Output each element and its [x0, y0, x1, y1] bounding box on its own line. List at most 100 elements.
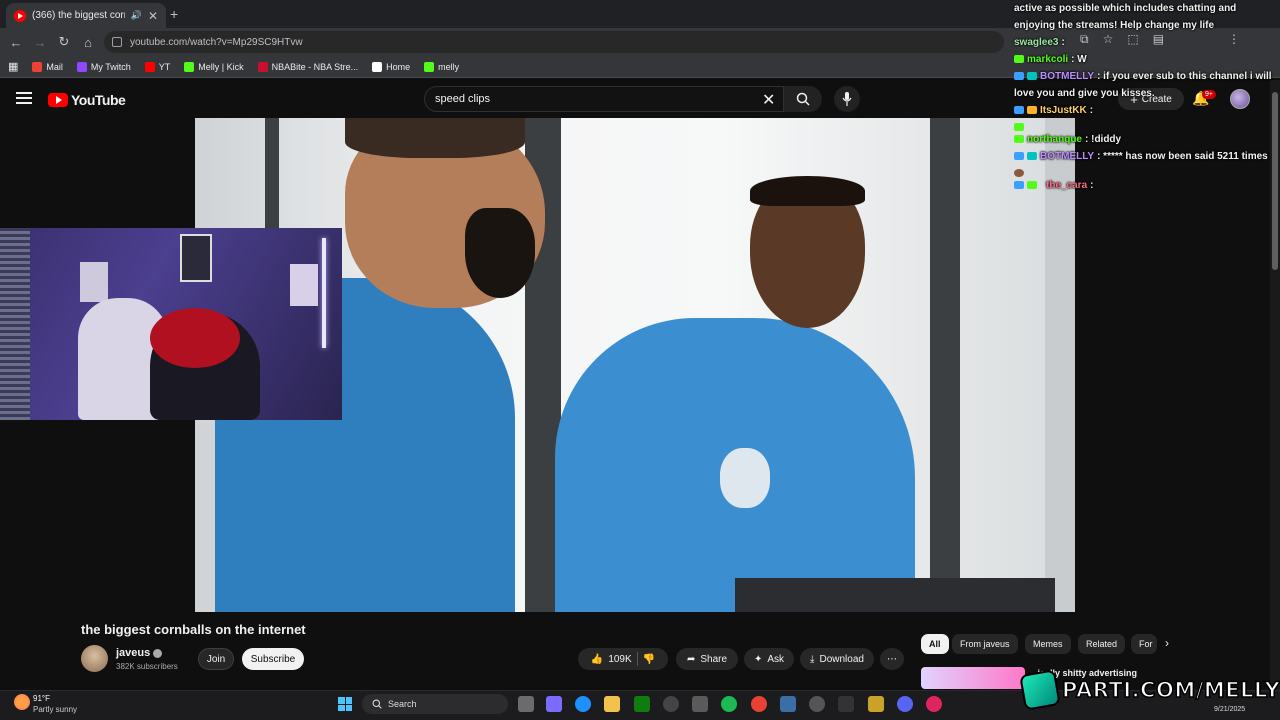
download-button[interactable]: ⤓ Download	[800, 648, 874, 670]
kick-icon	[184, 61, 195, 72]
browser-tab[interactable]: (366) the biggest cornballs 🔊 ✕	[6, 3, 166, 28]
person-right-hair	[750, 176, 865, 206]
chat-message: northanque: !diddy	[1014, 131, 1274, 148]
discord-icon[interactable]	[897, 696, 913, 712]
chip-memes[interactable]: Memes	[1025, 634, 1071, 654]
apple-logo-icon	[720, 448, 770, 508]
chat-message	[1014, 119, 1274, 131]
youtube-logo[interactable]: YouTube	[48, 92, 126, 108]
weather-temperature: 91°F	[33, 694, 50, 703]
bot-badge-icon	[1027, 152, 1037, 160]
bookmark-item[interactable]: Mail	[32, 61, 63, 72]
apps-grid-icon[interactable]: ▦	[8, 60, 18, 73]
video-title: the biggest cornballs on the internet	[81, 622, 306, 637]
thumbs-down-icon[interactable]: 👎	[643, 654, 655, 665]
file-explorer-icon[interactable]	[604, 696, 620, 712]
weather-icon[interactable]	[14, 694, 30, 710]
window-frame	[930, 118, 960, 612]
emote-icon	[1014, 169, 1024, 177]
tab-title: (366) the biggest cornballs	[32, 10, 125, 21]
divider	[636, 652, 638, 666]
channel-avatar[interactable]	[81, 645, 108, 672]
chip-from-channel[interactable]: From javeus	[952, 634, 1018, 654]
stream-chat-overlay: active as possible which includes chatti…	[1014, 0, 1274, 194]
search-icon	[796, 92, 810, 106]
verified-icon	[153, 648, 163, 658]
chip-all[interactable]: All	[921, 634, 949, 654]
bookmark-item[interactable]: NBABite - NBA Stre...	[257, 61, 358, 72]
poster	[180, 234, 212, 282]
channel-name[interactable]: javeus	[116, 647, 163, 659]
person-left-beard	[465, 208, 535, 298]
recommended-thumbnail[interactable]	[921, 667, 1025, 689]
like-dislike-group: 👍 109K 👎	[578, 648, 668, 670]
ask-button[interactable]: ✦ Ask	[744, 648, 794, 670]
clear-search-icon[interactable]: ✕	[762, 90, 775, 110]
subscriber-count: 382K subscribers	[116, 662, 178, 671]
voice-search-button[interactable]	[834, 86, 860, 112]
xbox-icon[interactable]	[634, 696, 650, 712]
share-arrow-icon: ➦	[686, 653, 696, 665]
back-icon[interactable]: ←	[4, 30, 28, 54]
chip-related[interactable]: Related	[1078, 634, 1126, 654]
store-icon[interactable]	[692, 696, 708, 712]
watermark: PARTI.COM/MELLY	[1019, 669, 1280, 711]
x-icon	[372, 61, 383, 72]
search-button[interactable]	[784, 86, 822, 112]
search-input[interactable]: speed clips	[424, 86, 784, 112]
search-icon	[372, 699, 382, 709]
app-icon[interactable]	[868, 696, 884, 712]
like-button[interactable]: 👍 109K	[591, 654, 632, 665]
copilot-icon[interactable]	[546, 696, 562, 712]
obs-icon[interactable]	[838, 696, 854, 712]
moderator-badge-icon	[1014, 106, 1024, 114]
site-info-icon[interactable]	[112, 37, 122, 47]
twitch-icon	[76, 61, 87, 72]
home-icon[interactable]: ⌂	[76, 30, 100, 54]
chat-message: enjoying the streams! Help change my lif…	[1014, 20, 1215, 31]
tab-close-icon[interactable]: ✕	[148, 9, 158, 23]
led-strip	[322, 238, 326, 348]
moderator-badge-icon	[1014, 152, 1024, 160]
watermark-text: PARTI.COM/MELLY	[1061, 677, 1280, 703]
bot-badge-icon	[1027, 72, 1037, 80]
kick-badge-icon	[1014, 123, 1024, 131]
chat-message: ItsJustKK:	[1014, 102, 1274, 119]
forward-icon[interactable]: →	[28, 30, 52, 54]
poster	[290, 264, 318, 306]
nbabite-icon	[257, 61, 268, 72]
share-button[interactable]: ➦ Share	[676, 648, 738, 670]
edge-icon[interactable]	[575, 696, 591, 712]
bookmark-item[interactable]: My Twitch	[76, 61, 131, 72]
chip-for-you[interactable]: For	[1131, 634, 1157, 654]
chevron-right-icon[interactable]: ›	[1165, 636, 1169, 650]
steam-icon[interactable]	[663, 696, 679, 712]
media-player-icon[interactable]	[809, 696, 825, 712]
chat-message: BOTMELLY: if you ever sub to this channe…	[1014, 68, 1274, 85]
join-button[interactable]: Join	[198, 648, 234, 670]
subscribe-button[interactable]: Subscribe	[242, 648, 304, 670]
bookmark-item[interactable]: melly	[424, 61, 459, 72]
chat-message: BOTMELLY: ***** has now been said 5211 t…	[1014, 148, 1274, 165]
chat-message	[1014, 165, 1274, 177]
youtube-play-icon	[48, 93, 68, 107]
spotify-icon[interactable]	[721, 696, 737, 712]
chrome-icon[interactable]	[751, 696, 767, 712]
menu-hamburger-icon[interactable]	[16, 92, 32, 104]
bookmark-item[interactable]: Home	[372, 61, 410, 72]
bookmark-item[interactable]: YT	[144, 61, 170, 72]
reload-icon[interactable]: ↻	[52, 30, 76, 54]
bookmark-item[interactable]: Melly | Kick	[184, 61, 244, 72]
chat-message: swaglee3:	[1014, 37, 1065, 48]
task-view-icon[interactable]	[518, 696, 534, 712]
new-tab-button[interactable]: +	[170, 6, 178, 22]
photos-icon[interactable]	[780, 696, 796, 712]
sparkle-icon: ✦	[753, 653, 763, 665]
youtube-wordmark: YouTube	[71, 92, 126, 108]
taskbar-search[interactable]: Search	[362, 694, 508, 714]
windows-start-icon[interactable]	[338, 697, 352, 711]
address-bar[interactable]: youtube.com/watch?v=Mp29SC9HTvw	[104, 31, 1004, 53]
app-icon[interactable]	[926, 696, 942, 712]
audio-icon[interactable]: 🔊	[131, 10, 142, 21]
more-actions-icon[interactable]: ⋯	[880, 648, 904, 670]
